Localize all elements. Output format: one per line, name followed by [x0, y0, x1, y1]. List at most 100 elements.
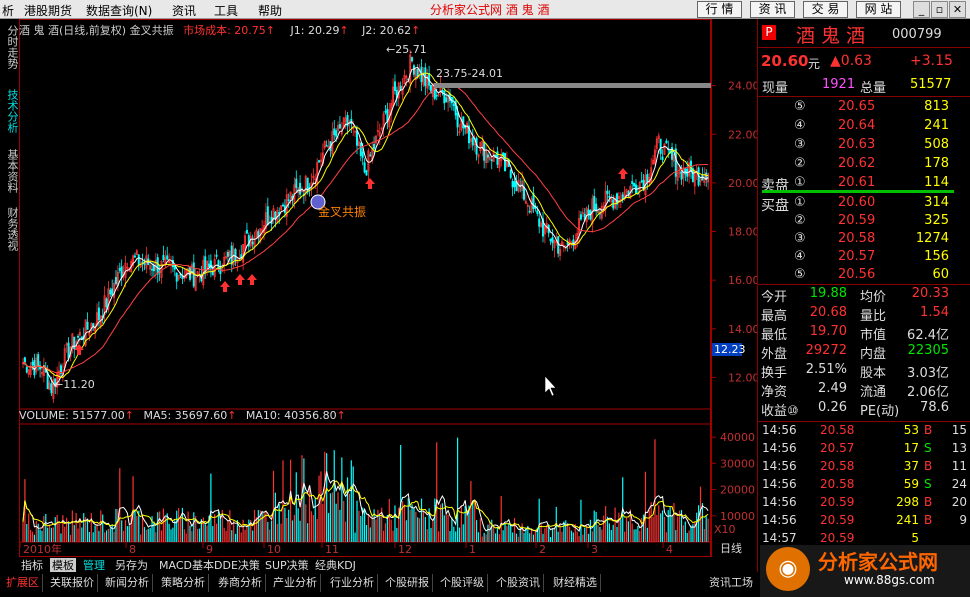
bid-price: 20.59 [838, 213, 876, 228]
minimize-icon[interactable]: _ [913, 1, 930, 18]
menu-news[interactable]: 资讯 [172, 2, 196, 19]
candle-body [333, 128, 336, 136]
ask-price: 20.61 [838, 175, 876, 190]
quote-button[interactable]: 行 情 [697, 1, 742, 18]
stat-label: 内盘 [860, 347, 887, 362]
restore-icon[interactable]: ▫ [931, 1, 948, 18]
candle-body [384, 110, 387, 113]
tick-price: 20.58 [820, 459, 855, 473]
candle-body [215, 254, 218, 257]
candle-body [659, 138, 662, 154]
bottom-right-tab[interactable]: 资讯工场 [706, 574, 756, 592]
bottom-tab[interactable]: 扩展区 [3, 574, 43, 592]
volume-axis-label: 30000 [720, 457, 755, 470]
website-button[interactable]: 网 站 [856, 1, 901, 18]
stat-value: 62.4亿 [907, 328, 949, 343]
tick-count: 11 [951, 459, 967, 473]
candle-body [207, 263, 210, 267]
candle-body [175, 273, 178, 282]
tab-sup[interactable]: SUP决策 [263, 558, 311, 573]
tab-dde[interactable]: DDE决策 [212, 558, 262, 573]
moving-average-line [22, 72, 709, 379]
bottom-tab[interactable]: 关联报价 [47, 574, 98, 592]
stats-row: 最高 20.68 量比 1.54 [758, 305, 953, 324]
ask-level: ⑤ [794, 99, 806, 114]
news-button[interactable]: 资 讯 [750, 1, 795, 18]
tick-count: 15 [951, 423, 967, 437]
candle-body [31, 361, 34, 366]
candle-body [504, 153, 507, 172]
time-axis-label: 8 [129, 543, 136, 556]
total-vol-label: 总量 [860, 81, 887, 96]
candle-body [445, 97, 448, 103]
candle-body [412, 65, 415, 75]
tick-volume: 59 [903, 477, 919, 491]
tab-save-as[interactable]: 另存为 [113, 558, 150, 573]
bid-volume: 1274 [915, 231, 949, 246]
stat-label: 最低 [761, 328, 788, 343]
current-vol-label: 现量 [762, 81, 789, 96]
candle-body [141, 261, 144, 264]
candle-body [299, 182, 302, 195]
tick-row: 14:56 20.59 241 B 9 [758, 513, 970, 531]
stats-row: 换手 2.51% 股本 3.03亿 [758, 362, 953, 381]
bottom-tab[interactable]: 行业分析 [327, 574, 378, 592]
candle-body [37, 354, 40, 366]
tab-indicator[interactable]: 指标 [19, 558, 45, 573]
tab-manage[interactable]: 管理 [81, 558, 107, 573]
tab-macd[interactable]: MACD基本 [157, 558, 216, 573]
tick-price: 20.59 [820, 495, 855, 509]
ask-volume: 178 [924, 156, 949, 171]
ask-level: ② [794, 156, 806, 171]
bid-volume: 314 [924, 195, 949, 210]
stat-label: 流通 [860, 385, 887, 400]
tick-price: 20.58 [820, 423, 855, 437]
bottom-tab[interactable]: 产业分析 [270, 574, 321, 592]
ask-row: ② 20.62 178 [758, 156, 953, 174]
candle-body [318, 160, 321, 163]
tab-template[interactable]: 模板 [50, 558, 76, 573]
ask-row: ⑤ 20.65 813 [758, 99, 953, 117]
signal-label: 金叉共振 [318, 204, 366, 219]
candle-body [490, 159, 493, 162]
menu-hk-futures[interactable]: 港股期货 [24, 2, 72, 19]
bottom-tab[interactable]: 券商分析 [215, 574, 266, 592]
stat-value: 19.70 [809, 324, 847, 339]
ask-row: ④ 20.64 241 [758, 118, 953, 136]
candle-body [509, 169, 512, 178]
close-icon[interactable]: ✕ [949, 1, 966, 18]
price-unit: 元 [808, 57, 821, 71]
bottom-tab[interactable]: 策略分析 [158, 574, 209, 592]
tick-side: B [924, 459, 933, 473]
candle-body [23, 357, 26, 363]
candle-body [665, 140, 668, 144]
volume-bars [22, 437, 709, 542]
tick-volume: 241 [896, 513, 919, 527]
candle-body [97, 307, 100, 321]
kline-chart[interactable]: 24.00 22.00 20.00 18.00 16.00 14.00 12.00 12.23… [0, 19, 757, 572]
bottom-tab[interactable]: 个股研报 [382, 574, 433, 592]
ask-level: ① [794, 175, 806, 190]
ask-price: 20.62 [838, 156, 876, 171]
window-title: 分析家公式网 酒 鬼 酒 [430, 3, 550, 17]
candle-body [226, 252, 229, 257]
candle-body [608, 195, 611, 198]
menu-tools[interactable]: 工具 [214, 2, 238, 19]
bottom-tab[interactable]: 新闻分析 [102, 574, 153, 592]
bid-level: ④ [794, 249, 806, 264]
trade-button[interactable]: 交 易 [803, 1, 848, 18]
bottom-tab[interactable]: 个股资讯 [493, 574, 544, 592]
menu-data-query[interactable]: 数据查询(N) [86, 2, 152, 19]
menu-analysis[interactable]: 析 [2, 2, 14, 19]
bottom-tab[interactable]: 财经精选 [550, 574, 601, 592]
bottom-tab[interactable]: 个股评级 [437, 574, 488, 592]
candle-body [204, 256, 207, 272]
bid-price: 20.57 [838, 249, 876, 264]
candle-body [281, 204, 284, 207]
time-axis-label: 3 [591, 543, 598, 556]
candle-body [557, 236, 560, 254]
candle-body [109, 289, 112, 295]
tab-kdj[interactable]: 经典KDJ [313, 558, 358, 573]
menu-help[interactable]: 帮助 [258, 2, 282, 19]
bid-level: ① [794, 195, 806, 210]
